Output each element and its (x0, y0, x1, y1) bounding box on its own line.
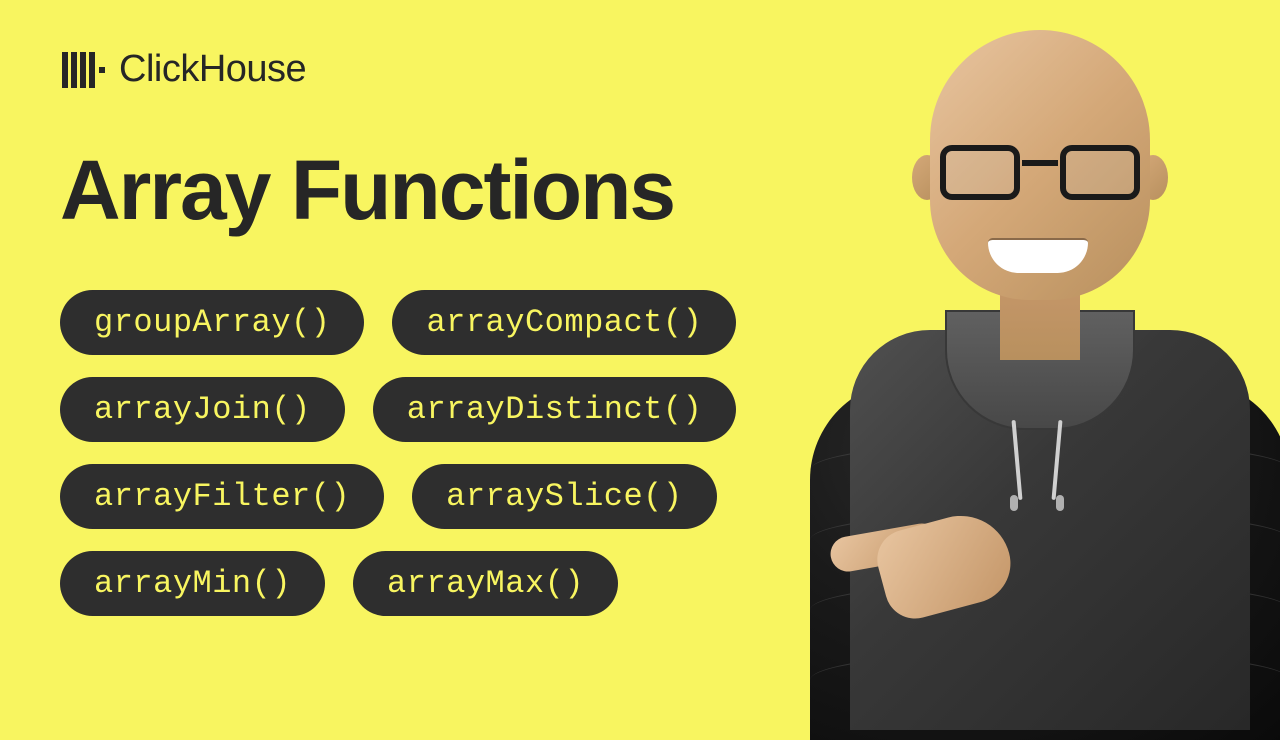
function-pill-list: groupArray() arrayCompact() arrayJoin() … (60, 290, 736, 616)
pill-arrayslice: arraySlice() (412, 464, 716, 529)
pill-arraydistinct: arrayDistinct() (373, 377, 737, 442)
pill-arraymin: arrayMin() (60, 551, 325, 616)
pill-row: arrayFilter() arraySlice() (60, 464, 736, 529)
brand-name: ClickHouse (119, 48, 306, 91)
pill-row: arrayJoin() arrayDistinct() (60, 377, 736, 442)
pill-row: groupArray() arrayCompact() (60, 290, 736, 355)
brand-logo-area: ClickHouse (62, 48, 306, 91)
pill-row: arrayMin() arrayMax() (60, 551, 736, 616)
page-title: Array Functions (60, 148, 674, 232)
presenter-photo (830, 0, 1280, 720)
pill-arrayjoin: arrayJoin() (60, 377, 345, 442)
pill-arraymax: arrayMax() (353, 551, 618, 616)
pill-grouparray: groupArray() (60, 290, 364, 355)
clickhouse-logo-icon (62, 52, 105, 88)
pill-arrayfilter: arrayFilter() (60, 464, 384, 529)
pill-arraycompact: arrayCompact() (392, 290, 736, 355)
